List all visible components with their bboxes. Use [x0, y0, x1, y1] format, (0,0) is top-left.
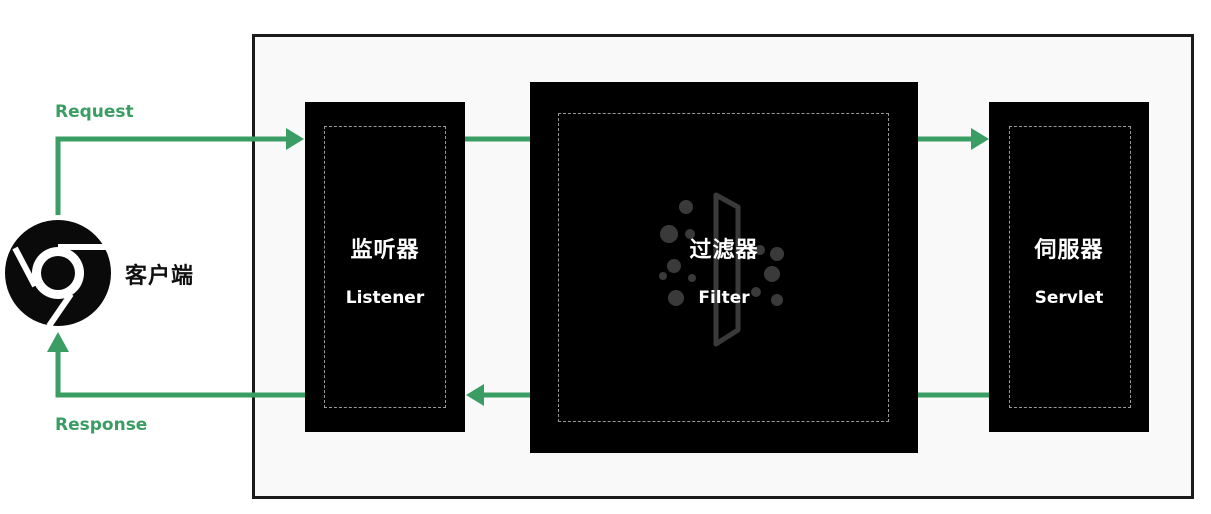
- request-connector: [55, 136, 288, 215]
- listener-return-arrowhead: [466, 384, 484, 406]
- response-label: Response: [55, 415, 148, 435]
- request-label: Request: [55, 102, 134, 122]
- response-connector: [55, 350, 305, 398]
- client-label: 客户端: [125, 264, 195, 289]
- flow-arrows: [47, 128, 989, 406]
- servlet-arrowhead: [971, 128, 989, 150]
- client-return-arrowhead: [47, 332, 69, 352]
- request-arrowhead: [286, 128, 304, 150]
- chrome-browser-icon: [5, 220, 111, 328]
